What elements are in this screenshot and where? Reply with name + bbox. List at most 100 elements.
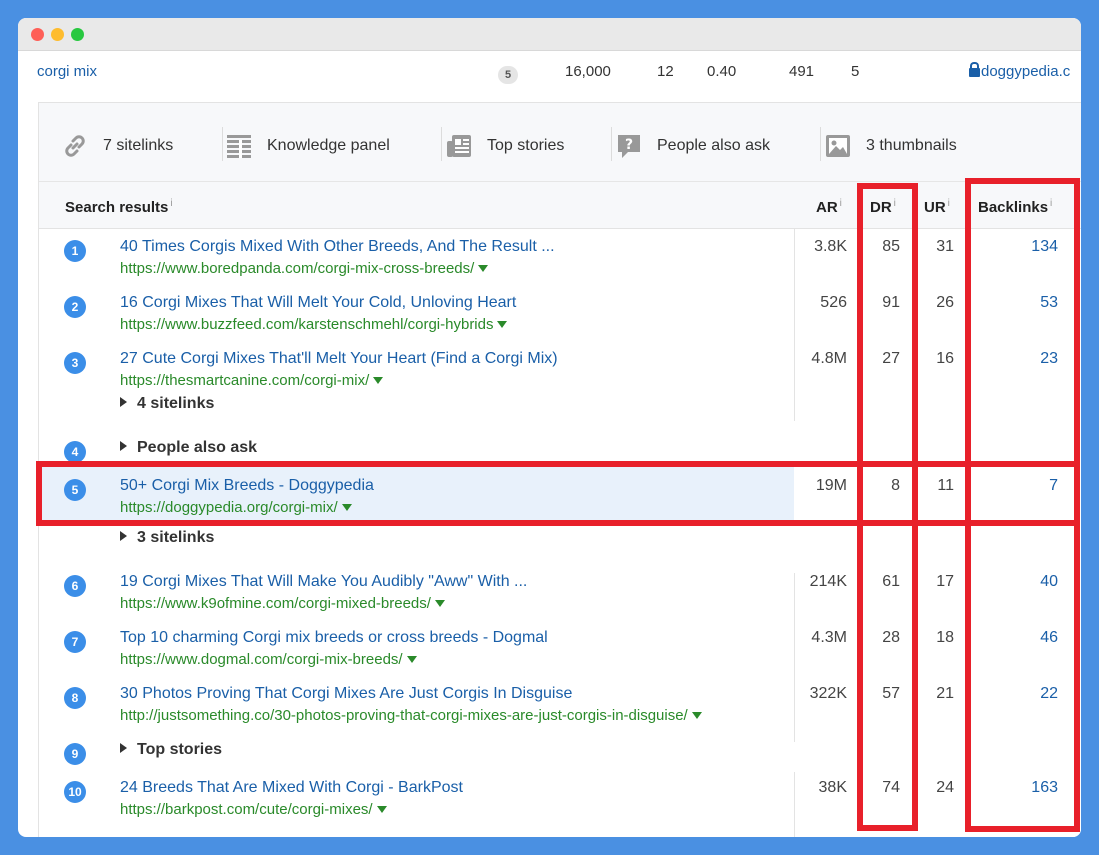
backlinks-value[interactable]: 23	[989, 350, 1058, 368]
feature-knowledge-panel[interactable]: Knowledge panel	[225, 131, 390, 161]
keyword-link[interactable]: corgi mix	[37, 63, 97, 80]
ur-value: 18	[936, 629, 954, 646]
dropdown-caret-icon[interactable]	[478, 265, 489, 272]
dropdown-caret-icon[interactable]	[497, 321, 508, 328]
ur-value: 24	[936, 779, 954, 796]
ur-value: 11	[937, 477, 954, 494]
dr-value: 85	[882, 238, 900, 255]
result-url-link[interactable]: https://www.k9ofmine.com/corgi-mixed-bre…	[120, 595, 445, 612]
header-ur[interactable]: UR i	[924, 198, 950, 216]
position-badge: 4	[64, 441, 86, 463]
result-url-link[interactable]: https://thesmartcanine.com/corgi-mix/	[120, 372, 384, 389]
link-icon	[61, 132, 89, 160]
dr-value: 8	[891, 477, 900, 494]
dr-value: 27	[882, 350, 900, 367]
image-icon	[824, 132, 852, 160]
people-also-ask-toggle[interactable]: People also ask	[120, 439, 257, 457]
knowledge-panel-icon	[225, 132, 253, 160]
header-dr[interactable]: DR i	[870, 198, 896, 216]
header-search-results[interactable]: Search results i	[65, 198, 173, 216]
info-icon: i	[170, 198, 173, 209]
feature-thumbnails[interactable]: 3 thumbnails	[824, 131, 957, 161]
dr-value: 57	[882, 685, 900, 702]
position-badge: 10	[64, 781, 86, 803]
browser-window: corgi mix 5 16,000 1 2 0.40 491 5 doggype…	[18, 18, 1081, 837]
sitelinks-toggle[interactable]: 4 sitelinks	[120, 395, 214, 413]
dropdown-caret-icon[interactable]	[376, 806, 387, 813]
column-divider	[794, 772, 795, 837]
dropdown-caret-icon[interactable]	[373, 377, 384, 384]
dropdown-caret-icon[interactable]	[406, 656, 417, 663]
dropdown-caret-icon[interactable]	[434, 600, 445, 607]
column-divider	[794, 229, 795, 421]
svg-text:?: ?	[625, 137, 633, 153]
dr-value: 28	[882, 629, 900, 646]
backlinks-value[interactable]: 163	[989, 779, 1058, 797]
result-title-link[interactable]: Top 10 charming Corgi mix breeds or cros…	[120, 629, 548, 647]
dropdown-caret-icon[interactable]	[341, 504, 352, 511]
backlinks-value[interactable]: 7	[989, 477, 1058, 495]
result-title-link[interactable]: 27 Cute Corgi Mixes That'll Melt Your He…	[120, 350, 558, 368]
serp-table: Search results i AR i DR i UR i Backlinks i 1…	[39, 182, 1081, 837]
title-bar	[18, 18, 1081, 51]
result-title-link[interactable]: 24 Breeds That Are Mixed With Corgi - Ba…	[120, 779, 463, 797]
result-title-link[interactable]: 16 Corgi Mixes That Will Melt Your Cold,…	[120, 294, 516, 312]
ur-value: 17	[936, 573, 954, 590]
position-badge: 1	[64, 240, 86, 262]
dr-value: 74	[882, 779, 900, 796]
position-badge: 7	[64, 631, 86, 653]
dropdown-caret-icon[interactable]	[691, 712, 702, 719]
metric-value: 491	[789, 63, 815, 80]
metric-value: 5	[851, 63, 860, 80]
feature-top-stories[interactable]: Top stories	[445, 131, 564, 161]
minimize-window-button[interactable]	[51, 28, 64, 41]
ar-value: 3.8K	[814, 238, 847, 255]
maximize-window-button[interactable]	[71, 28, 84, 41]
serp-panel: 7 sitelinks Knowledge panel Top stories …	[38, 102, 1081, 837]
feature-people-also-ask[interactable]: ? People also ask	[615, 131, 770, 161]
info-icon: i	[839, 198, 842, 209]
backlinks-value[interactable]: 40	[989, 573, 1058, 591]
domain-link[interactable]: doggypedia.c	[969, 62, 1070, 80]
backlinks-value[interactable]: 22	[989, 685, 1058, 703]
newspaper-icon	[445, 132, 473, 160]
result-url-link[interactable]: https://barkpost.com/cute/corgi-mixes/	[120, 801, 387, 818]
position-badge: 5	[64, 479, 86, 501]
result-url-link[interactable]: https://www.dogmal.com/corgi-mix-breeds/	[120, 651, 417, 668]
lock-icon	[969, 62, 980, 77]
position-badge: 6	[64, 575, 86, 597]
position-badge: 9	[64, 743, 86, 765]
ar-value: 4.3M	[811, 629, 847, 646]
ar-value: 19M	[815, 477, 847, 494]
position-badge: 8	[64, 687, 86, 709]
backlinks-value[interactable]: 53	[989, 294, 1058, 312]
ar-value: 322K	[809, 685, 847, 702]
cpc-value: 0.40	[707, 63, 737, 80]
result-title-link[interactable]: 19 Corgi Mixes That Will Make You Audibl…	[120, 573, 527, 591]
result-title-link[interactable]: 30 Photos Proving That Corgi Mixes Are J…	[120, 685, 572, 703]
table-header: Search results i AR i DR i UR i Backlinks i	[39, 182, 1081, 229]
question-bubble-icon: ?	[615, 132, 643, 160]
position-badge: 2	[64, 296, 86, 318]
sitelinks-toggle[interactable]: 3 sitelinks	[120, 529, 214, 547]
backlinks-value[interactable]: 134	[989, 238, 1058, 256]
feature-sitelinks[interactable]: 7 sitelinks	[61, 131, 173, 161]
expand-triangle-icon	[120, 397, 127, 407]
result-url-link[interactable]: https://www.buzzfeed.com/karstenschmehl/…	[120, 316, 508, 333]
header-ar[interactable]: AR i	[816, 198, 842, 216]
result-title-link[interactable]: 40 Times Corgis Mixed With Other Breeds,…	[120, 238, 555, 256]
close-window-button[interactable]	[31, 28, 44, 41]
result-url-link[interactable]: https://doggypedia.org/corgi-mix/	[120, 499, 352, 516]
top-stories-toggle[interactable]: Top stories	[120, 741, 222, 759]
result-title-link[interactable]: 50+ Corgi Mix Breeds - Doggypedia	[120, 477, 374, 495]
ur-value: 26	[936, 294, 954, 311]
keyword-row: corgi mix 5 16,000 12 0.40 491 5 doggype…	[18, 51, 1081, 101]
result-url-link[interactable]: http://justsomething.co/30-photos-provin…	[120, 707, 702, 724]
result-url-link[interactable]: https://www.boredpanda.com/corgi-mix-cro…	[120, 260, 489, 277]
ar-value: 38K	[818, 779, 847, 796]
volume-value: 16,000	[565, 63, 611, 80]
header-backlinks[interactable]: Backlinks i	[978, 198, 1052, 216]
info-icon: i	[893, 198, 896, 209]
ar-value: 4.8M	[811, 350, 847, 367]
backlinks-value[interactable]: 46	[989, 629, 1058, 647]
